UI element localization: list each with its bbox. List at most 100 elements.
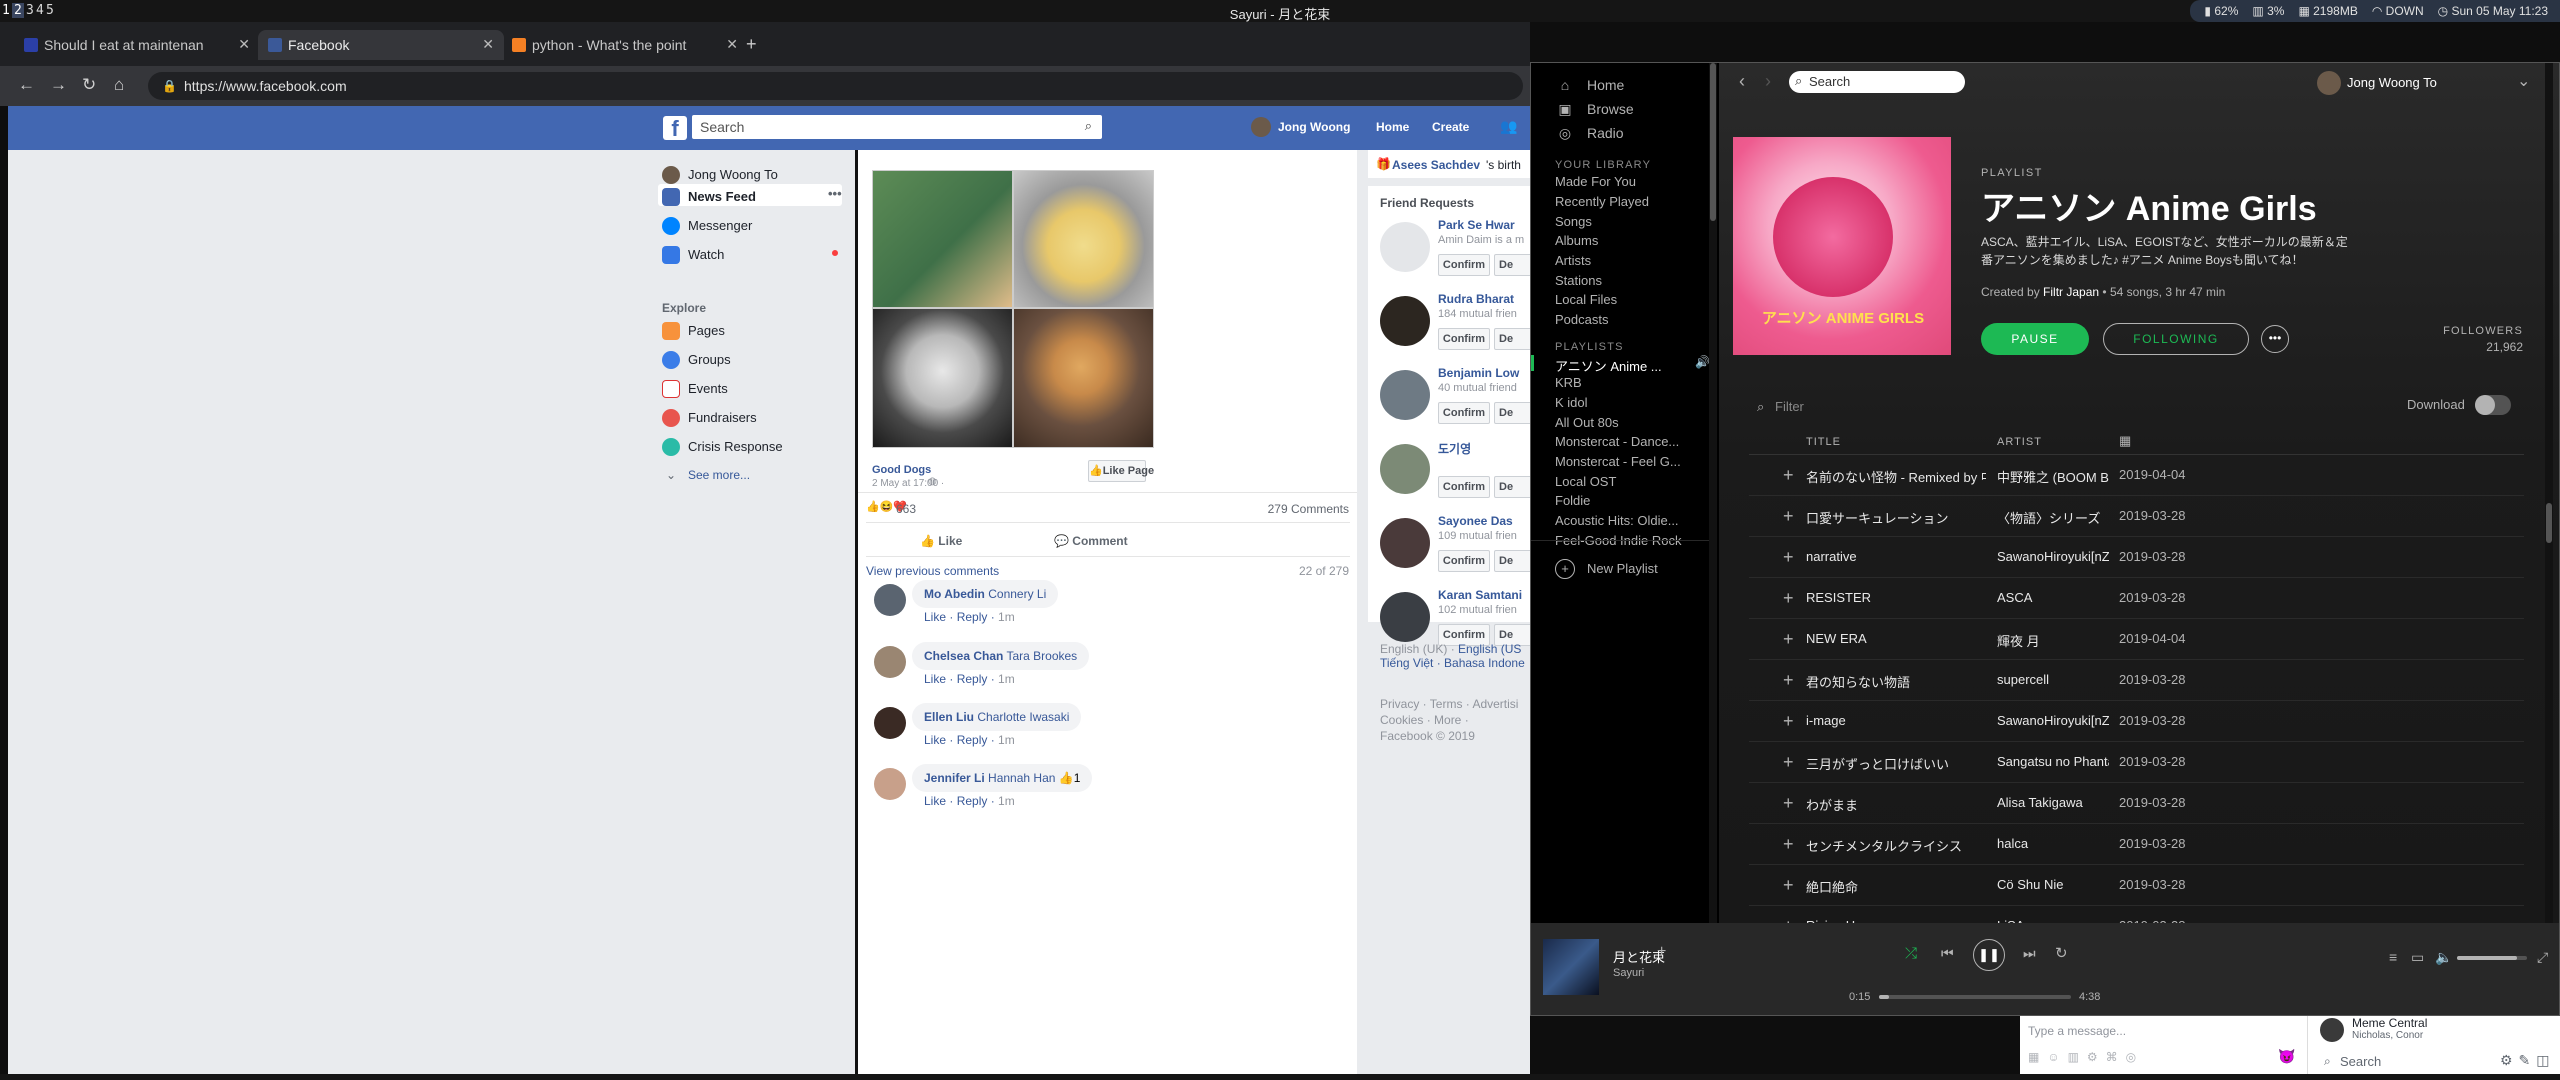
user-name[interactable]: Jong Woong To [2347, 75, 2437, 90]
library-item[interactable]: Podcasts [1555, 312, 1608, 327]
comment-button[interactable]: 💬 Comment [1054, 534, 1128, 548]
requester-name[interactable]: Sayonee Das [1438, 514, 1513, 528]
address-bar[interactable]: 🔒 https://www.facebook.com [148, 72, 1523, 100]
add-track-icon[interactable]: + [1783, 547, 1794, 568]
avatar[interactable] [1380, 444, 1430, 494]
pause-icon[interactable]: ❚❚ [1973, 939, 2005, 971]
volume-slider[interactable] [2457, 956, 2527, 960]
main-scrollbar[interactable] [2545, 63, 2553, 923]
facebook-logo-icon[interactable]: f [663, 116, 687, 141]
add-track-icon[interactable]: + [1783, 793, 1794, 814]
delete-button[interactable]: De [1494, 254, 1530, 276]
reaction-count[interactable]: 663 [896, 502, 916, 516]
browser-tab-active[interactable]: Facebook ✕ [258, 30, 504, 60]
requester-name[interactable]: Rudra Bharat [1438, 292, 1514, 306]
new-playlist-button[interactable]: + New Playlist [1555, 559, 1658, 579]
playlist-cover-art[interactable]: アニソン ANIME GIRLS [1733, 137, 1951, 355]
next-track-icon[interactable]: ⏭ [2023, 945, 2036, 962]
avatar[interactable] [874, 646, 906, 678]
scrollbar-thumb[interactable] [2546, 503, 2552, 543]
comment-text[interactable]: Tara Brookes [1006, 649, 1077, 663]
playlist-item[interactable]: All Out 80s [1555, 415, 1619, 430]
delete-button[interactable]: De [1494, 476, 1530, 498]
track-title[interactable]: 名前のない怪物 - Remixed by 中野雅之 (PSYC... [1806, 467, 1986, 486]
pause-button[interactable]: PAUSE [1981, 323, 2089, 355]
back-arrow-icon[interactable]: ← [18, 75, 35, 95]
track-artist[interactable]: Alisa Takigawa [1997, 795, 2109, 810]
language-link[interactable]: English (US [1458, 642, 1521, 656]
close-tab-icon[interactable]: ✕ [238, 36, 250, 53]
filter-input[interactable]: Filter [1775, 399, 1804, 414]
now-playing-cover[interactable] [1543, 939, 1599, 995]
add-track-icon[interactable]: + [1783, 711, 1794, 732]
track-row[interactable]: + 口愛サーキュレーション 〈物語〉シリーズ 2019-03-28 [1749, 496, 2524, 537]
avatar[interactable] [874, 584, 906, 616]
comment-text[interactable]: Charlotte Iwasaki [977, 710, 1069, 724]
track-title[interactable]: i-mage [1806, 713, 1986, 728]
forward-arrow-icon[interactable]: → [50, 75, 67, 95]
library-item[interactable]: Albums [1555, 233, 1598, 248]
avatar[interactable] [2320, 1018, 2344, 1042]
track-title[interactable]: RESISTER [1806, 590, 1986, 605]
comment-reply-link[interactable]: Reply [957, 794, 988, 808]
confirm-button[interactable]: Confirm [1438, 328, 1490, 350]
avatar[interactable] [1380, 222, 1430, 272]
playlist-item[interactable]: K idol [1555, 395, 1588, 410]
post-photo-boiling-pot[interactable] [872, 308, 1013, 448]
library-item[interactable]: Made For You [1555, 174, 1636, 189]
reload-icon[interactable]: ↻ [82, 75, 96, 95]
track-artist[interactable]: 輝夜 月 [1997, 631, 2109, 650]
language-link[interactable]: Tiếng Việt · Bahasa Indone [1380, 656, 1525, 670]
playlist-item[interactable]: Monstercat - Feel G... [1555, 454, 1681, 469]
view-previous-comments-link[interactable]: View previous comments [866, 564, 999, 578]
fullscreen-icon[interactable]: ⤢ [2537, 949, 2548, 966]
comment-author[interactable]: Ellen Liu [924, 710, 974, 724]
track-artist[interactable]: supercell [1997, 672, 2109, 687]
track-row[interactable]: + i-mage SawanoHiroyuki[nZk]:... 2019-03-28 [1749, 701, 2524, 742]
add-track-icon[interactable]: + [1783, 670, 1794, 691]
comment-author[interactable]: Mo Abedin [924, 587, 985, 601]
confirm-button[interactable]: Confirm [1438, 254, 1490, 276]
chat-search-input[interactable]: Search [2340, 1054, 2381, 1069]
playlist-item[interactable]: Acoustic Hits: Oldie... [1555, 513, 1679, 528]
track-row[interactable]: + NEW ERA 輝夜 月 2019-04-04 [1749, 619, 2524, 660]
queue-icon[interactable]: ≡ [2389, 949, 2397, 965]
track-row[interactable]: + 君の知らない物語 supercell 2019-03-28 [1749, 660, 2524, 701]
chat-settings-icons[interactable]: ⚙✎◫ [2500, 1052, 2556, 1069]
avatar[interactable] [2317, 71, 2341, 95]
avatar[interactable] [1380, 296, 1430, 346]
track-artist[interactable]: 中野雅之 (BOOM BO... [1997, 467, 2109, 486]
library-item[interactable]: Songs [1555, 214, 1592, 229]
confirm-button[interactable]: Confirm [1438, 550, 1490, 572]
volume-icon[interactable]: 🔈 [2435, 949, 2452, 966]
requester-name[interactable]: Karan Samtani [1438, 588, 1522, 602]
track-row[interactable]: + センチメンタルクライシス halca 2019-03-28 [1749, 824, 2524, 865]
footer-more-links[interactable]: Cookies · More · [1380, 713, 1469, 727]
delete-button[interactable]: De [1494, 402, 1530, 424]
confirm-button[interactable]: Confirm [1438, 402, 1490, 424]
comment-author[interactable]: Jennifer Li [924, 771, 985, 785]
add-track-icon[interactable]: + [1783, 916, 1794, 923]
track-artist[interactable]: ASCA [1997, 590, 2109, 605]
sidebar-scrollbar[interactable] [1709, 63, 1717, 923]
new-tab-button[interactable]: + [746, 34, 757, 55]
avatar[interactable] [1380, 518, 1430, 568]
track-title[interactable]: わがまま [1806, 795, 1986, 814]
track-title[interactable]: 三月がずっと口けばいい [1806, 754, 1986, 773]
track-artist[interactable]: Sangatsu no Phantasia [1997, 754, 2109, 769]
facebook-search-input[interactable]: Search ⌕ [692, 115, 1102, 139]
delete-button[interactable]: De [1494, 328, 1530, 350]
comment-reply-link[interactable]: Reply [957, 610, 988, 624]
sticker-icon[interactable]: 😈 [2278, 1048, 2295, 1065]
previous-track-icon[interactable]: ⏮ [1941, 945, 1954, 962]
like-page-button[interactable]: 👍Like Page [1088, 460, 1154, 482]
more-options-icon[interactable]: ••• [2261, 325, 2289, 353]
library-item[interactable]: Stations [1555, 273, 1602, 288]
add-track-icon[interactable]: + [1783, 465, 1794, 486]
nav-browse[interactable]: ▣ Browse [1555, 101, 1633, 118]
shuffle-icon[interactable]: ⤮ [1905, 945, 1917, 962]
track-artist[interactable]: 〈物語〉シリーズ [1997, 508, 2109, 527]
forward-chevron-icon[interactable]: › [1765, 71, 1771, 92]
back-chevron-icon[interactable]: ‹ [1739, 71, 1745, 92]
chevron-down-icon[interactable]: ⌄ [2517, 71, 2530, 91]
